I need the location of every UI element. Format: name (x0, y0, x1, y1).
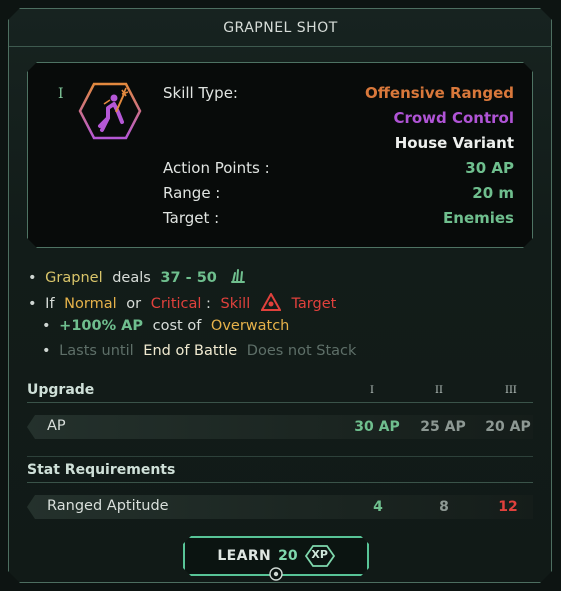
range-value: 20 m (472, 184, 514, 202)
title-divider (9, 46, 552, 47)
effect-lasts-until-text: Lasts until (59, 343, 134, 359)
target-circle-icon (269, 567, 283, 581)
skill-type-label: Skill Type: (163, 84, 238, 102)
xp-icon: XP (305, 545, 335, 567)
skill-type-house-variant: House Variant (394, 134, 514, 152)
skill-tier-marker: I (58, 86, 64, 102)
action-points-label: Action Points : (163, 159, 270, 177)
effect-ap-increase: +100% AP (59, 318, 144, 334)
target-label: Target : (163, 209, 220, 227)
target-value: Enemies (443, 209, 514, 227)
damage-range-value: 37 - 50 (160, 270, 217, 286)
damage-claw-icon (230, 268, 246, 288)
effect-colon-text: : (206, 296, 211, 312)
skill-type-offensive-ranged: Offensive Ranged (365, 84, 514, 102)
upgrade-ap-tier-3: 20 AP (485, 419, 531, 435)
ranged-aptitude-tier-3: 12 (498, 499, 518, 515)
stat-requirements-divider (27, 482, 533, 483)
upgrade-divider (27, 402, 533, 403)
bullet: • (42, 343, 51, 359)
skill-title: GRAPNEL SHOT (223, 20, 338, 36)
effect-end-of-battle-keyword[interactable]: End of Battle (143, 343, 237, 359)
upgrade-ap-label: AP (47, 418, 66, 434)
warning-triangle-icon[interactable] (260, 291, 282, 315)
effect-grapnel-keyword[interactable]: Grapnel (45, 270, 102, 286)
effect-skill-keyword[interactable]: Skill (221, 296, 251, 312)
upgrade-tier-2: II (435, 385, 443, 396)
learn-button-label: LEARN (217, 548, 272, 564)
effect-overwatch-keyword[interactable]: Overwatch (211, 318, 289, 334)
ranged-aptitude-tier-2: 8 (439, 499, 449, 515)
grapnel-shot-skill-icon (78, 82, 142, 140)
upgrade-tier-1: I (370, 385, 374, 396)
effect-line-condition: • If Normal or Critical : Skill Target (28, 291, 336, 315)
range-label: Range : (163, 184, 221, 202)
effect-normal-keyword[interactable]: Normal (64, 296, 116, 312)
ranged-aptitude-label: Ranged Aptitude (47, 498, 169, 514)
effect-line-ap-cost: • +100% AP cost of Overwatch (42, 318, 289, 334)
bullet: • (28, 270, 37, 286)
bullet: • (28, 296, 37, 312)
upgrade-tier-3: III (505, 385, 517, 396)
effect-does-not-stack-text: Does not Stack (246, 343, 357, 359)
skill-type-crowd-control: Crowd Control (393, 109, 514, 127)
effect-cost-of-text: cost of (152, 318, 202, 334)
upgrade-header: Upgrade (27, 382, 95, 398)
upgrade-ap-tier-1: 30 AP (354, 419, 400, 435)
effect-target-keyword[interactable]: Target (291, 296, 336, 312)
upgrade-ap-tier-2: 25 AP (420, 419, 466, 435)
stat-section-divider-top (27, 456, 533, 457)
effect-deals-text: deals (112, 270, 151, 286)
ranged-aptitude-tier-1: 4 (373, 499, 383, 515)
bullet: • (42, 318, 51, 334)
learn-cost-value: 20 (278, 548, 298, 564)
effect-or-text: or (126, 296, 142, 312)
effect-critical-keyword[interactable]: Critical (151, 296, 202, 312)
action-points-value: 30 AP (465, 159, 514, 177)
effect-line-damage: • Grapnel deals 37 - 50 (28, 268, 246, 288)
effect-line-duration: • Lasts until End of Battle Does not Sta… (42, 343, 356, 359)
stat-requirements-header: Stat Requirements (27, 462, 176, 478)
effect-if-text: If (45, 296, 55, 312)
xp-icon-label: XP (311, 548, 328, 561)
